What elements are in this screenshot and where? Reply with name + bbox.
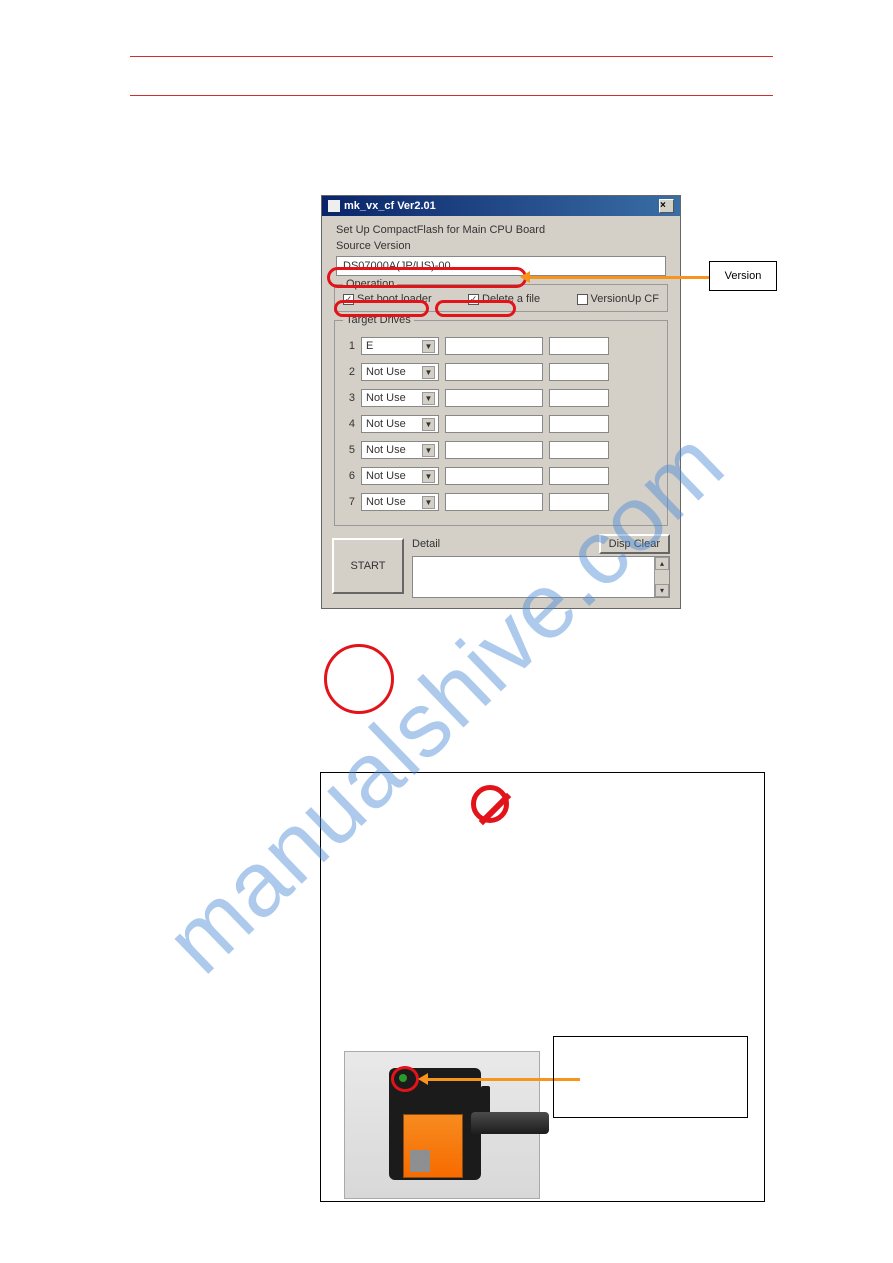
check-icon: [577, 294, 588, 305]
drive-status-6: [445, 467, 543, 485]
drive-num: 3: [343, 392, 355, 404]
drive-num: 7: [343, 496, 355, 508]
drive-num: 4: [343, 418, 355, 430]
close-icon[interactable]: ×: [659, 199, 674, 213]
drive-select-7[interactable]: Not Use▼: [361, 493, 439, 511]
chevron-down-icon: ▼: [422, 340, 435, 353]
title-bar: mk_vx_cf Ver2.01 ×: [322, 196, 680, 216]
drive-row: 4 Not Use▼: [343, 415, 659, 433]
card-reader-photo: [344, 1051, 540, 1199]
drive-num: 6: [343, 470, 355, 482]
setup-dialog: mk_vx_cf Ver2.01 × Set Up CompactFlash f…: [321, 195, 681, 609]
versionup-label: VersionUp CF: [591, 293, 659, 305]
header-rules: [130, 56, 773, 134]
chevron-down-icon: ▼: [422, 366, 435, 379]
annotation-boot-ellipse: [334, 300, 429, 317]
drive-row: 7 Not Use▼: [343, 493, 659, 511]
drive-row: 2 Not Use▼: [343, 363, 659, 381]
drive-row: 6 Not Use▼: [343, 467, 659, 485]
drive-select-2[interactable]: Not Use▼: [361, 363, 439, 381]
start-button[interactable]: START: [332, 538, 404, 594]
drive-status-7: [445, 493, 543, 511]
drive-extra-7: [549, 493, 609, 511]
scroll-up-icon[interactable]: ▴: [655, 557, 669, 570]
annotation-start-circle: [324, 644, 394, 714]
drive-select-5[interactable]: Not Use▼: [361, 441, 439, 459]
scrollbar[interactable]: ▴▾: [654, 557, 669, 597]
version-callout: Version: [709, 261, 777, 291]
drive-extra-5: [549, 441, 609, 459]
drive-select-6[interactable]: Not Use▼: [361, 467, 439, 485]
source-version-label: Source Version: [336, 240, 670, 252]
drive-extra-3: [549, 389, 609, 407]
versionup-checkbox[interactable]: VersionUp CF: [577, 293, 659, 305]
drive-extra-6: [549, 467, 609, 485]
drive-num: 2: [343, 366, 355, 378]
drive-status-1: [445, 337, 543, 355]
drive-status-3: [445, 389, 543, 407]
prohibit-icon: [471, 785, 509, 823]
drive-row: 3 Not Use▼: [343, 389, 659, 407]
led-callout-box: [553, 1036, 748, 1118]
chevron-down-icon: ▼: [422, 444, 435, 457]
subtitle: Set Up CompactFlash for Main CPU Board: [336, 224, 670, 236]
drive-extra-2: [549, 363, 609, 381]
app-icon: [328, 200, 340, 212]
disp-clear-button[interactable]: Disp Clear: [599, 534, 670, 554]
chevron-down-icon: ▼: [422, 496, 435, 509]
drive-select-3[interactable]: Not Use▼: [361, 389, 439, 407]
drive-select-4[interactable]: Not Use▼: [361, 415, 439, 433]
drive-extra-1: [549, 337, 609, 355]
chevron-down-icon: ▼: [422, 392, 435, 405]
drive-extra-4: [549, 415, 609, 433]
drive-num: 1: [343, 340, 355, 352]
drive-status-4: [445, 415, 543, 433]
annotation-delete-ellipse: [435, 300, 516, 317]
detail-textarea[interactable]: ▴▾: [412, 556, 670, 598]
target-drives-group: Target Drives 1 E▼ 2 Not Use▼ 3 Not Use▼: [334, 320, 668, 526]
scroll-down-icon[interactable]: ▾: [655, 584, 669, 597]
drive-status-5: [445, 441, 543, 459]
arrow-version: [524, 276, 710, 279]
card-reader-figure: [320, 772, 765, 1202]
detail-label: Detail: [412, 538, 440, 550]
annotation-version-ellipse: [327, 267, 527, 288]
chevron-down-icon: ▼: [422, 418, 435, 431]
window-title: mk_vx_cf Ver2.01: [344, 200, 436, 212]
chevron-down-icon: ▼: [422, 470, 435, 483]
drive-status-2: [445, 363, 543, 381]
drive-select-1[interactable]: E▼: [361, 337, 439, 355]
drive-num: 5: [343, 444, 355, 456]
drive-row: 5 Not Use▼: [343, 441, 659, 459]
drive-row: 1 E▼: [343, 337, 659, 355]
